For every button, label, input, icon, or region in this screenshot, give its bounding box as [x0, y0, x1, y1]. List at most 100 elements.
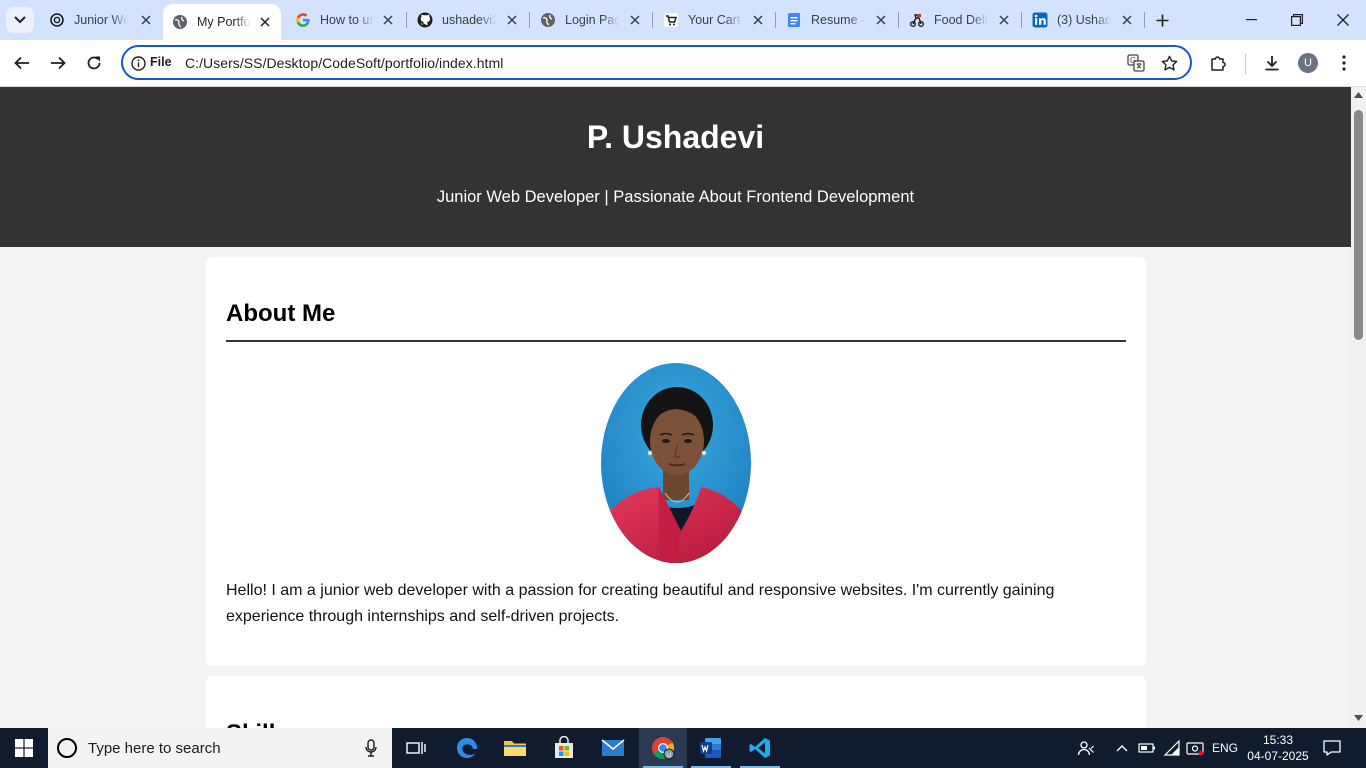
tab-separator	[775, 12, 776, 28]
globe-icon	[172, 14, 188, 30]
restore-button[interactable]	[1274, 0, 1320, 40]
battery-icon[interactable]	[1137, 738, 1157, 758]
search-icon	[57, 738, 77, 758]
site-title: P. Ushadevi	[586, 119, 765, 155]
people-icon[interactable]	[1076, 738, 1096, 758]
tab-separator	[406, 12, 407, 28]
tab-your-cart[interactable]: Your Cart	[654, 6, 774, 34]
more-vert-icon	[1342, 55, 1346, 71]
back-button[interactable]	[8, 49, 36, 77]
close-icon[interactable]	[874, 13, 888, 27]
vscode-taskbar-button[interactable]	[736, 728, 784, 768]
tab-how-to-use[interactable]: How to use	[286, 6, 404, 34]
address-bar[interactable]: File C:/Users/SS/Desktop/CodeSoft/portfo…	[121, 45, 1192, 80]
tab-title: My Portfolio	[197, 15, 251, 29]
tab-separator	[898, 12, 899, 28]
translate-icon[interactable]: G	[1126, 53, 1146, 73]
microphone-icon[interactable]	[362, 738, 380, 758]
menu-button[interactable]	[1330, 49, 1358, 77]
heading-divider	[226, 340, 1126, 342]
new-tab-button[interactable]	[1150, 8, 1174, 32]
url-scheme-label: File	[150, 55, 172, 69]
scroll-down-arrow-icon[interactable]	[1354, 714, 1363, 722]
puzzle-icon	[1211, 56, 1226, 71]
close-icon[interactable]	[258, 15, 272, 29]
close-icon[interactable]	[751, 13, 765, 27]
start-button[interactable]	[0, 728, 48, 768]
plus-icon	[1156, 14, 1168, 26]
svg-text:U: U	[667, 753, 671, 759]
info-icon[interactable]	[130, 55, 146, 71]
chevron-up-icon[interactable]	[1112, 738, 1132, 758]
cart-icon	[663, 12, 679, 28]
windows-logo-icon	[15, 739, 33, 757]
folder-icon	[504, 741, 526, 756]
page-scrollbar[interactable]	[1351, 87, 1366, 728]
tab-title: Junior Web Developer	[74, 13, 128, 27]
docs-icon	[786, 12, 802, 28]
meet-now-icon[interactable]	[1185, 738, 1205, 758]
store-taskbar-button[interactable]	[540, 728, 588, 768]
close-icon[interactable]	[997, 13, 1011, 27]
restore-icon	[1291, 14, 1303, 26]
system-clock[interactable]: 15:33 04-07-2025	[1247, 732, 1309, 764]
word-icon	[700, 738, 721, 758]
tab-separator	[1144, 12, 1145, 28]
tab-separator	[529, 12, 530, 28]
openai-icon	[49, 12, 65, 28]
close-window-button[interactable]	[1320, 0, 1366, 40]
tab-junior-web-developer[interactable]: Junior Web Developer	[40, 6, 162, 34]
tab-linkedin[interactable]: (3) Ushadevi	[1023, 6, 1143, 34]
tab-title: Food Delivery	[934, 13, 988, 27]
page-viewport: P. Ushadevi Junior Web Developer | Passi…	[0, 87, 1351, 728]
close-icon[interactable]	[139, 13, 153, 27]
scroll-up-arrow-icon[interactable]	[1354, 91, 1363, 99]
task-view-button[interactable]	[392, 728, 440, 768]
tab-search-button[interactable]	[6, 7, 34, 33]
extensions-button[interactable]	[1204, 49, 1232, 77]
github-icon	[417, 12, 433, 28]
tab-github[interactable]: ushadevi2	[408, 6, 528, 34]
tab-my-portfolio[interactable]: My Portfolio	[163, 4, 281, 40]
tab-title: Login Page	[565, 13, 619, 27]
reload-button[interactable]	[80, 49, 108, 77]
close-icon[interactable]	[505, 13, 519, 27]
search-placeholder: Type here to search	[88, 740, 221, 757]
minimize-button[interactable]	[1228, 0, 1274, 40]
close-icon[interactable]	[381, 13, 395, 27]
task-view-icon	[406, 742, 426, 754]
star-bookmark-icon[interactable]	[1159, 53, 1179, 73]
taskbar-search-box[interactable]: Type here to search	[48, 728, 392, 768]
skills-heading: Skills	[226, 720, 289, 728]
url-text[interactable]: C:/Users/SS/Desktop/CodeSoft/portfolio/i…	[185, 55, 503, 71]
forward-button[interactable]	[44, 49, 72, 77]
edge-taskbar-button[interactable]	[443, 728, 491, 768]
tab-separator	[652, 12, 653, 28]
google-icon	[295, 12, 311, 28]
close-icon[interactable]	[628, 13, 642, 27]
reload-icon	[87, 56, 101, 70]
word-taskbar-button[interactable]	[687, 728, 735, 768]
close-icon[interactable]	[1120, 13, 1134, 27]
arrow-left-icon	[14, 56, 29, 70]
downloads-button[interactable]	[1258, 49, 1286, 77]
tab-login-page[interactable]: Login Page	[531, 6, 651, 34]
tab-strip: Junior Web Developer My Portfolio How to…	[0, 0, 1366, 40]
about-section: About Me Hello! I am a junior web develo…	[206, 257, 1146, 666]
file-explorer-taskbar-button[interactable]	[491, 728, 539, 768]
tab-food-delivery[interactable]: Food Delivery	[900, 6, 1020, 34]
chrome-taskbar-button[interactable]: U	[639, 728, 687, 768]
scroll-thumb[interactable]	[1354, 110, 1363, 340]
tab-separator	[1021, 12, 1022, 28]
profile-avatar[interactable]: U	[1298, 53, 1318, 73]
notification-icon[interactable]	[1322, 738, 1342, 758]
tab-title: Your Cart	[688, 13, 741, 27]
site-tagline: Junior Web Developer | Passionate About …	[436, 188, 915, 206]
tab-resume[interactable]: Resume -	[777, 6, 897, 34]
language-indicator[interactable]: ENG	[1212, 741, 1238, 755]
minimize-icon	[1245, 19, 1257, 21]
about-heading: About Me	[226, 300, 336, 327]
tab-title: Resume -	[811, 13, 865, 27]
wifi-icon[interactable]	[1162, 738, 1182, 758]
mail-taskbar-button[interactable]	[589, 728, 637, 768]
